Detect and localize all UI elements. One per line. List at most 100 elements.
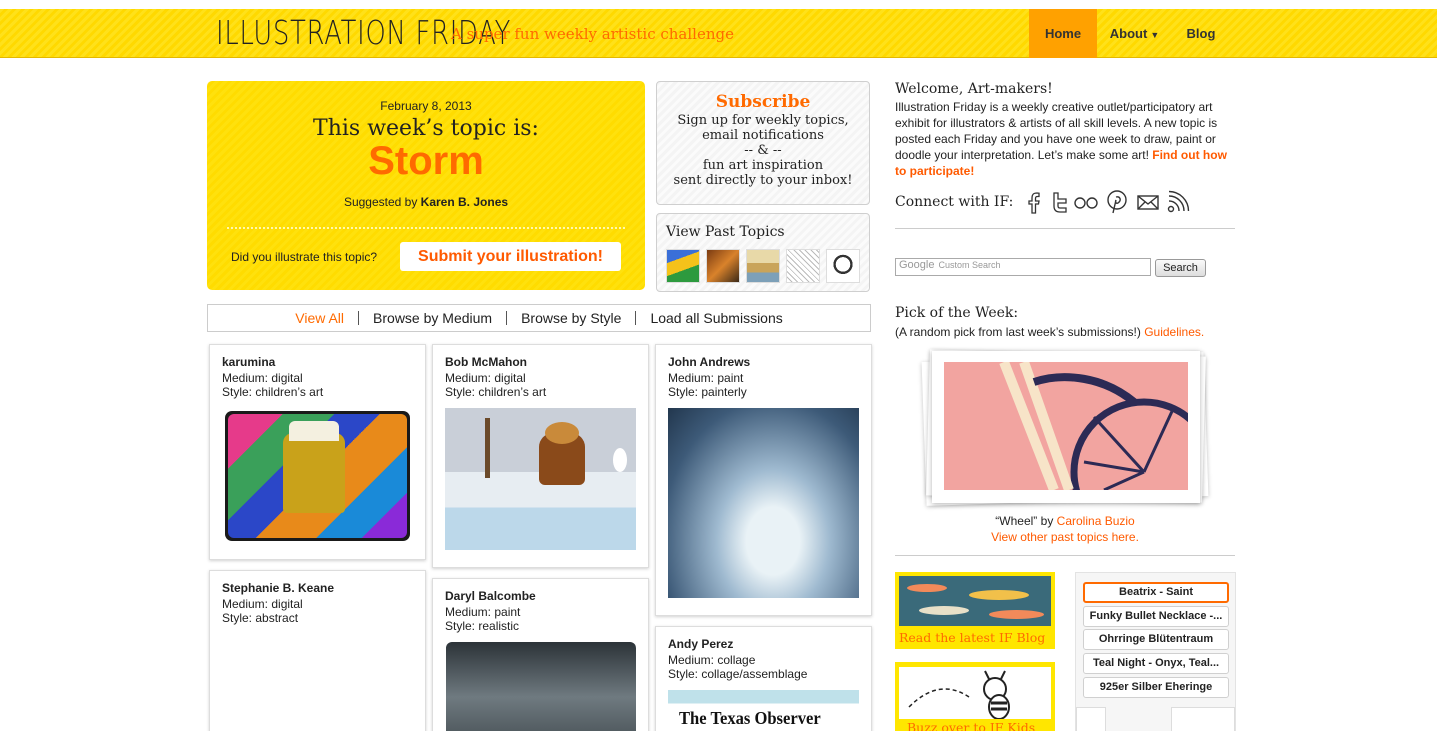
past-topic-thumbnail[interactable] (746, 249, 780, 283)
shop-thumbnail[interactable] (1076, 707, 1106, 731)
flickr-icon[interactable] (1073, 189, 1099, 215)
shop-item[interactable]: Ohrringe Blütentraum (1083, 629, 1229, 650)
past-topics-thumbnails (666, 249, 860, 283)
submission-artist: karumina (222, 355, 276, 369)
blog-promo-label: Read the latest IF Blog (899, 630, 1046, 645)
filter-browse-style[interactable]: Browse by Style (506, 311, 635, 325)
submission-artist: Daryl Balcombe (445, 589, 536, 603)
past-topics-title[interactable]: View Past Topics (666, 224, 785, 240)
topic-date: February 8, 2013 (380, 99, 472, 113)
shop-thumbnail[interactable] (1171, 707, 1235, 731)
submission-image (668, 408, 859, 598)
topic-heading: This week’s topic is: (313, 116, 539, 141)
shop-item[interactable]: 925er Silber Eheringe (1083, 677, 1229, 698)
submission-artist: Andy Perez (668, 637, 734, 651)
pick-of-week-subtitle: (A random pick from last week’s submissi… (895, 325, 1204, 339)
header-bar: ILLUSTRATION FRIDAY A super fun weekly a… (0, 9, 1437, 58)
pick-artist-link[interactable]: Carolina Buzio (1057, 514, 1135, 528)
sidebar-divider (895, 555, 1235, 556)
pick-title-text: “Wheel” (995, 514, 1038, 528)
submission-artist: John Andrews (668, 355, 751, 369)
submission-artist: Stephanie B. Keane (222, 581, 335, 595)
nav-home[interactable]: Home (1029, 9, 1097, 58)
submission-medium: Medium: collage (668, 653, 756, 667)
topic-card: February 8, 2013 This week’s topic is: S… (207, 81, 645, 290)
nav-about[interactable]: About ▼ (1097, 9, 1172, 58)
sidebar-divider (895, 228, 1235, 229)
past-topic-thumbnail[interactable] (666, 249, 700, 283)
subscribe-title: Subscribe (715, 92, 811, 112)
filter-load-all[interactable]: Load all Submissions (635, 311, 796, 325)
nav-about-label: About (1109, 26, 1148, 41)
submission-medium: Medium: paint (445, 605, 521, 619)
rss-icon[interactable] (1165, 189, 1191, 215)
submission-artist: Bob McMahon (445, 355, 527, 369)
facebook-icon[interactable] (1022, 189, 1048, 215)
submission-style: Style: children’s art (222, 385, 324, 399)
subscribe-box[interactable]: Subscribe Sign up for weekly topics, ema… (656, 81, 870, 205)
past-topic-thumbnail[interactable] (786, 249, 820, 283)
submission-image (445, 408, 636, 550)
suggested-prefix: Suggested by (343, 195, 418, 209)
nav-blog[interactable]: Blog (1172, 9, 1230, 58)
chevron-down-icon: ▼ (1150, 30, 1160, 40)
submission-image (446, 642, 636, 731)
search-input[interactable]: Google Custom Search (895, 258, 1151, 276)
past-topics-caption: View other past topics here. (895, 530, 1235, 544)
twitter-icon[interactable] (1046, 189, 1072, 215)
shop-item[interactable]: Funky Bullet Necklace -... (1083, 606, 1229, 627)
filter-view-all[interactable]: View All (281, 311, 358, 325)
submission-style: Style: children’s art (445, 385, 547, 399)
submission-medium: Medium: digital (222, 371, 303, 385)
pick-by: by (1040, 514, 1054, 528)
search-button[interactable]: Search (1155, 259, 1206, 277)
past-topic-thumbnail[interactable] (706, 249, 740, 283)
subscribe-text: Sign up for weekly topics, email notific… (673, 113, 853, 188)
submission-image: The Texas Observer (668, 690, 859, 731)
submission-medium: Medium: digital (445, 371, 526, 385)
submission-card[interactable]: Daryl Balcombe Medium: paint Style: real… (432, 578, 649, 731)
shop-item[interactable]: Beatrix - Saint (1083, 582, 1229, 603)
pick-subtitle-text: (A random pick from last week’s submissi… (895, 325, 1141, 339)
pinterest-icon[interactable] (1104, 189, 1130, 215)
fish-illustration (899, 576, 1051, 626)
topic-question: Did you illustrate this topic? (231, 250, 378, 264)
submission-style: Style: collage/assemblage (668, 667, 808, 681)
topic-divider (227, 227, 625, 229)
submission-medium: Medium: digital (222, 597, 303, 611)
topic-suggested: Suggested by Karen B. Jones (207, 195, 645, 209)
filter-browse-medium[interactable]: Browse by Medium (358, 311, 506, 325)
submission-image (225, 411, 410, 541)
submission-style: Style: realistic (445, 619, 520, 633)
submission-card[interactable]: Bob McMahon Medium: digital Style: child… (432, 344, 649, 568)
guidelines-link[interactable]: Guidelines. (1144, 325, 1204, 339)
submission-card[interactable]: Stephanie B. Keane Medium: digital Style… (209, 570, 426, 731)
past-topics-box: View Past Topics (656, 213, 870, 292)
pick-caption: “Wheel” by Carolina Buzio (895, 514, 1235, 528)
bicycle-illustration (999, 362, 1188, 490)
submission-medium: Medium: paint (668, 371, 744, 385)
pick-of-week-image[interactable] (918, 343, 1212, 513)
submission-card[interactable]: karumina Medium: digital Style: children… (209, 344, 426, 560)
bee-illustration (899, 667, 1051, 719)
shop-item[interactable]: Teal Night - Onyx, Teal... (1083, 653, 1229, 674)
welcome-text: Illustration Friday is a weekly creative… (895, 99, 1235, 179)
submission-image-text: The Texas Observer (679, 708, 821, 728)
shop-widget: Beatrix - Saint Funky Bullet Necklace -.… (1075, 572, 1236, 731)
submission-card[interactable]: Andy Perez Medium: collage Style: collag… (655, 626, 872, 731)
email-icon[interactable] (1135, 189, 1161, 215)
submission-card[interactable]: John Andrews Medium: paint Style: painte… (655, 344, 872, 616)
past-topic-thumbnail[interactable] (826, 249, 860, 283)
pick-of-week-title: Pick of the Week: (895, 305, 1019, 321)
submission-style: Style: abstract (222, 611, 299, 625)
welcome-title: Welcome, Art-makers! (895, 81, 1053, 97)
kids-promo[interactable]: Buzz over to IF Kids (895, 662, 1055, 731)
google-brand: Google (899, 259, 935, 271)
suggested-by-name: Karen B. Jones (420, 195, 509, 209)
kids-promo-label: Buzz over to IF Kids (907, 720, 1036, 731)
submission-style: Style: painterly (668, 385, 747, 399)
blog-promo[interactable]: Read the latest IF Blog (895, 572, 1055, 649)
past-topics-link[interactable]: View other past topics here. (991, 530, 1139, 544)
connect-label: Connect with IF: (895, 194, 1014, 210)
submit-illustration-button[interactable]: Submit your illustration! (400, 242, 621, 271)
